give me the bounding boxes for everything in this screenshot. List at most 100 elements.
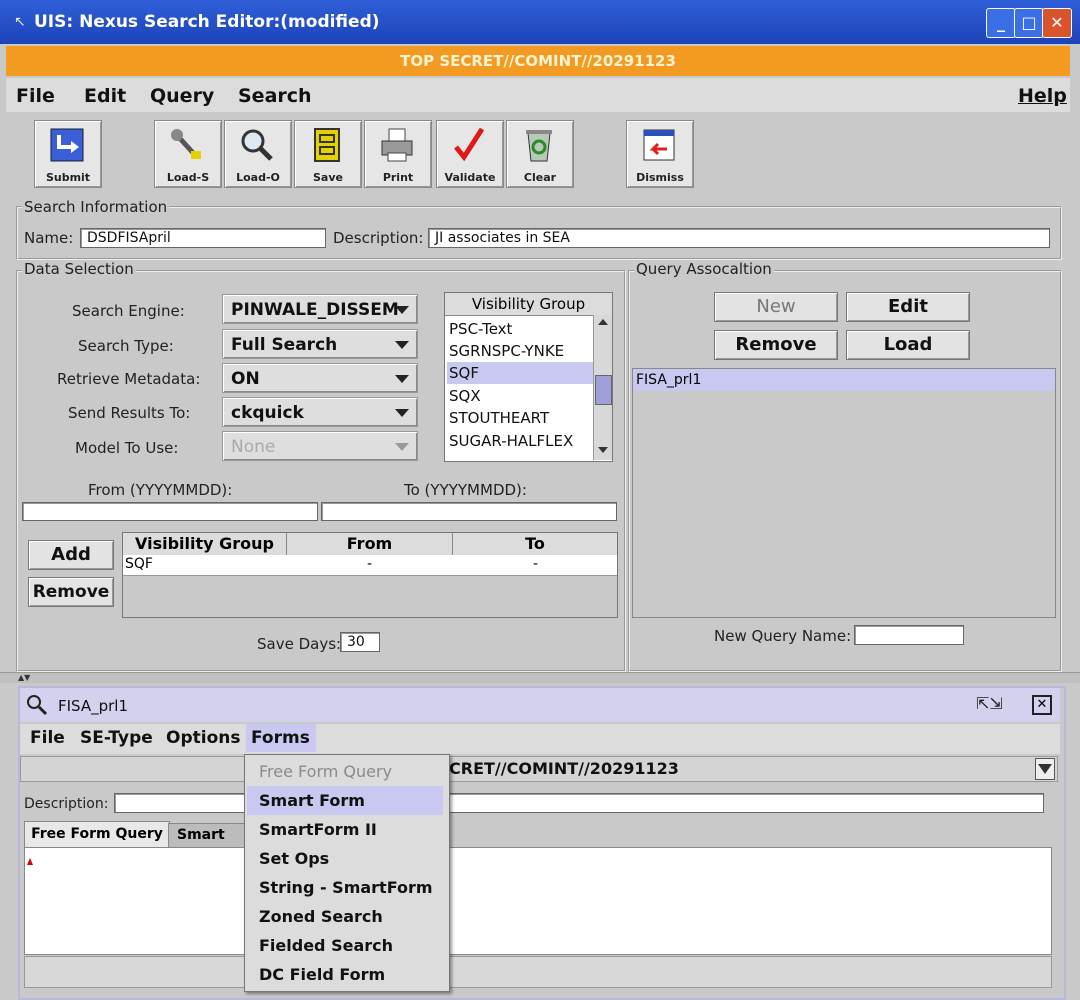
combo-value: ON [231, 369, 260, 389]
save-days-label: Save Days: [257, 635, 342, 653]
scroll-down-icon[interactable] [598, 447, 608, 453]
subwindow-titlebar[interactable]: FISA_prl1 ⇱⇲ ✕ [20, 688, 1060, 722]
table-cell: - [367, 556, 373, 572]
menu-query[interactable]: Query [150, 85, 214, 107]
submit-arrow-icon [50, 128, 84, 162]
table-header: Visibility Group [123, 533, 287, 555]
to-date-field[interactable] [321, 502, 617, 521]
validate-button[interactable]: Validate [436, 120, 504, 188]
search-type-combo[interactable]: Full Search [222, 329, 418, 359]
query-association-list[interactable]: FISA_prl1 [632, 368, 1056, 618]
send-results-label: Send Results To: [68, 404, 191, 422]
chevron-down-icon [395, 306, 409, 314]
search-engine-combo[interactable]: PINWALE_DISSEM [222, 294, 418, 324]
menu-item-zoned-search[interactable]: Zoned Search [247, 902, 443, 931]
subwindow-classification-bar: CRET//COMINT//20291123 [20, 756, 1058, 782]
list-item[interactable]: PSC-Text [447, 318, 593, 340]
scroll-up-icon[interactable] [598, 319, 608, 325]
menu-se-type[interactable]: SE-Type [80, 724, 153, 752]
description-label: Description: [333, 229, 424, 247]
close-icon[interactable]: ✕ [1032, 695, 1052, 715]
query-text-area[interactable] [24, 847, 1052, 955]
table-row[interactable]: SQF - - [123, 555, 617, 576]
menu-search[interactable]: Search [238, 85, 312, 107]
visibility-group-list[interactable]: Visibility Group PSC-Text SGRNSPC-YNKE S… [444, 292, 613, 462]
magnifier-icon [241, 129, 273, 161]
forms-dropdown-menu: Free Form Query Smart Form SmartForm II … [244, 754, 450, 992]
table-header: From [287, 533, 453, 555]
splitter[interactable]: ▲▼ [0, 672, 1080, 683]
load-button[interactable]: Load [846, 330, 970, 360]
submit-button[interactable]: Submit [34, 120, 102, 188]
combo-value: PINWALE_DISSEM [231, 300, 399, 320]
close-button[interactable]: ✕ [1042, 8, 1072, 38]
expand-down-icon[interactable] [1035, 758, 1055, 780]
menu-item-fielded-search[interactable]: Fielded Search [247, 931, 443, 960]
tab-smart-form[interactable]: Smart Fo [168, 823, 248, 847]
menu-forms[interactable]: Forms [246, 724, 316, 752]
list-item[interactable]: SQX [447, 385, 593, 407]
menu-options[interactable]: Options [166, 724, 240, 752]
menu-item-smartform-ii[interactable]: SmartForm II [247, 815, 443, 844]
name-field[interactable]: DSDFISApril [80, 228, 326, 248]
new-button[interactable]: New [714, 292, 838, 322]
printer-icon [381, 128, 413, 162]
list-item-selected[interactable]: FISA_prl1 [633, 369, 1055, 391]
remove-query-button[interactable]: Remove [714, 330, 838, 360]
scrollbar[interactable] [593, 315, 612, 460]
data-selection-legend: Data Selection [22, 260, 136, 278]
toolbar-label: Clear [523, 171, 557, 184]
menu-file[interactable]: File [16, 85, 55, 107]
menu-item-set-ops[interactable]: Set Ops [247, 844, 443, 873]
edit-button[interactable]: Edit [846, 292, 970, 322]
list-item[interactable]: STOUTHEART [447, 407, 593, 429]
new-query-name-field[interactable] [854, 625, 964, 645]
tab-free-form-query[interactable]: Free Form Query [24, 821, 170, 848]
table-cell: SQF [125, 556, 153, 572]
retrieve-metadata-combo[interactable]: ON [222, 363, 418, 393]
list-item[interactable]: SGRNSPC-YNKE [447, 340, 593, 362]
wrench-icon [171, 129, 201, 159]
load-o-button[interactable]: Load-O [224, 120, 292, 188]
combo-value: ckquick [231, 403, 304, 423]
menu-help[interactable]: Help [1018, 85, 1067, 107]
scroll-thumb[interactable] [595, 375, 612, 405]
minimize-button[interactable]: _ [986, 8, 1016, 38]
add-button[interactable]: Add [28, 540, 114, 570]
menu-file[interactable]: File [30, 724, 65, 752]
app-icon: ↖ [14, 14, 26, 30]
menu-item-smart-form[interactable]: Smart Form [247, 786, 443, 815]
recycle-bin-icon [526, 130, 552, 162]
title-bar[interactable]: ↖ UIS: Nexus Search Editor:(modified) _ … [0, 0, 1080, 44]
save-days-field[interactable]: 30 [340, 632, 380, 652]
from-date-field[interactable] [22, 502, 318, 521]
description-field[interactable]: JI associates in SEA [428, 228, 1050, 248]
clear-button[interactable]: Clear [506, 120, 574, 188]
restore-icon[interactable]: ⇱⇲ [976, 694, 1003, 713]
list-item-selected[interactable]: SQF [447, 362, 593, 384]
list-item[interactable]: SUGAR-HALFLEX [447, 430, 593, 452]
date-range-table: Visibility Group From To SQF - - [122, 532, 618, 618]
toolbar-label: Dismiss [636, 171, 684, 184]
search-type-label: Search Type: [78, 337, 174, 355]
chevron-down-icon [395, 341, 409, 349]
send-results-combo[interactable]: ckquick [222, 397, 418, 427]
subwindow-title: FISA_prl1 [58, 697, 129, 715]
chevron-down-icon [395, 443, 409, 451]
dismiss-button[interactable]: Dismiss [626, 120, 694, 188]
load-s-button[interactable]: Load-S [154, 120, 222, 188]
remove-range-button[interactable]: Remove [28, 577, 114, 607]
save-button[interactable]: Save [294, 120, 362, 188]
toolbar-label: Print [382, 171, 414, 184]
print-button[interactable]: Print [364, 120, 432, 188]
retrieve-metadata-label: Retrieve Metadata: [57, 370, 201, 388]
splitter-arrows-icon[interactable]: ▲▼ [18, 673, 30, 682]
to-date-label: To (YYYYMMDD): [404, 481, 527, 499]
visibility-group-header: Visibility Group [445, 293, 612, 316]
menu-item-string-smartform[interactable]: String - SmartForm [247, 873, 443, 902]
chevron-down-icon [395, 375, 409, 383]
search-information-legend: Search Information [22, 198, 170, 216]
menu-item-dc-field-form[interactable]: DC Field Form [247, 960, 443, 989]
menu-edit[interactable]: Edit [84, 85, 126, 107]
maximize-button[interactable]: □ [1014, 8, 1044, 38]
